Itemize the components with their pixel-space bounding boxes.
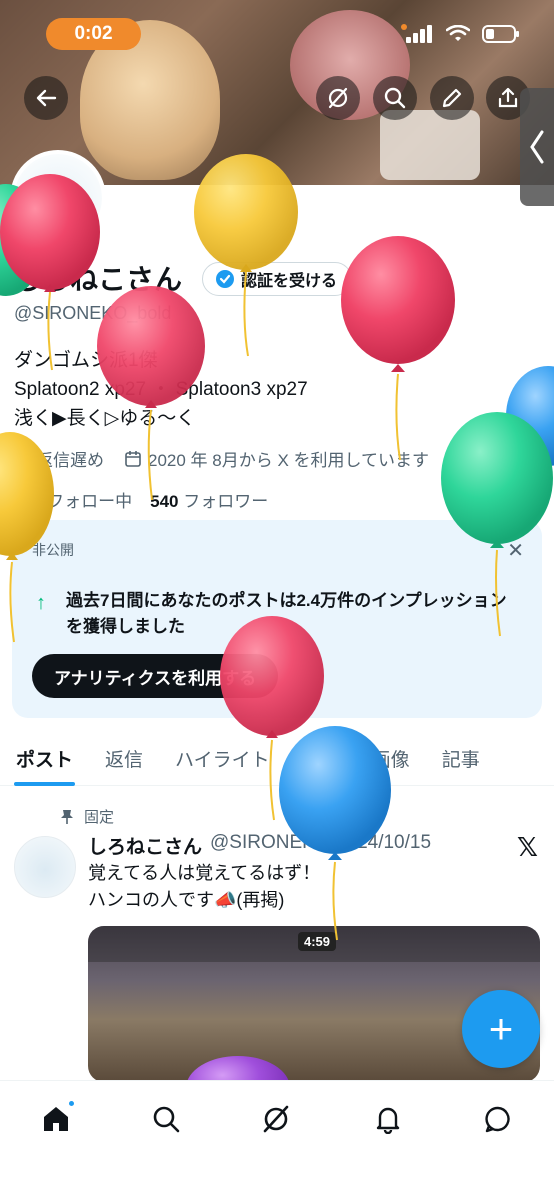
followers-count: 540: [150, 492, 179, 511]
compose-button[interactable]: +: [462, 990, 540, 1068]
battery-icon: [482, 25, 519, 43]
tab-articles[interactable]: 記事: [426, 730, 496, 786]
bell-icon: [376, 1107, 400, 1134]
location-text: 返信遅め: [36, 451, 104, 470]
pinned-indicator: 固定: [60, 806, 114, 827]
post-avatar[interactable]: [14, 836, 76, 898]
signal-icon: [406, 25, 432, 43]
plus-icon: +: [488, 1005, 514, 1052]
avatar-image: [14, 154, 102, 242]
bio-line: ダンゴムシ派1傑: [14, 350, 158, 371]
grok-nav-icon: [263, 1105, 289, 1133]
post-header: しろねこさん @SIRONEK... 2024/10/15: [88, 832, 431, 859]
tab-images[interactable]: 画像: [356, 730, 426, 786]
status-time: 0:02: [46, 18, 141, 50]
post-handle-date: @SIRONEK... 2024/10/15: [210, 832, 432, 853]
arrow-up-icon: ↑: [36, 592, 46, 614]
search-icon: [384, 87, 406, 109]
post-text: 覚えてる人は覚えてるはず！ ハンコの人です📣(再掲): [88, 860, 320, 914]
profile-tabs: ポスト 返信 ハイライト 動画 画像 記事: [0, 730, 554, 786]
close-icon[interactable]: ✕: [507, 538, 524, 563]
user-handle: @SIRONEKO_bold: [14, 303, 172, 323]
bio-line: Splatoon2 xp27 ・ Splatoon3 xp27: [14, 379, 308, 400]
followers-label: フォロワー: [183, 492, 269, 511]
follow-stats: 381 フォロー中 540 フォロワー: [14, 487, 268, 512]
notification-dot: [67, 1099, 76, 1108]
profile-meta: 返信遅め 2020 年 8月から X を利用しています: [14, 446, 429, 471]
post-author[interactable]: しろねこさん: [88, 832, 202, 859]
calendar-icon: [125, 450, 141, 467]
post-line: 覚えてる人は覚えてるはず！: [88, 863, 321, 883]
edit-icon: [442, 88, 462, 108]
nav-home[interactable]: [34, 1097, 78, 1141]
followers-link[interactable]: 540 フォロワー: [150, 487, 268, 512]
tab-replies[interactable]: 返信: [89, 730, 159, 786]
analytics-message: 過去7日間にあなたのポストは2.4万件のインプレッションを獲得しました: [66, 591, 507, 636]
grok-icon: [328, 87, 348, 109]
grok-button[interactable]: [316, 76, 360, 120]
following-count: 381: [14, 492, 43, 511]
profile-joined: 2020 年 8月から X を利用しています: [124, 446, 429, 471]
share-icon: [498, 87, 518, 108]
tab-posts[interactable]: ポスト: [0, 730, 89, 786]
search-nav-icon: [153, 1106, 180, 1133]
banner-table: [380, 110, 480, 180]
nav-search[interactable]: [144, 1097, 188, 1141]
back-arrow-icon: [36, 89, 57, 107]
verified-badge-icon: [216, 270, 234, 288]
profile-location: 返信遅め: [14, 446, 104, 471]
bottom-navigation: [0, 1080, 554, 1199]
avatar-character-icon: [40, 177, 76, 242]
private-label: 非公開: [32, 542, 74, 558]
post-line: ハンコの人です📣(再掲): [88, 890, 285, 910]
x-logo-icon: 𝕏: [517, 832, 538, 862]
following-link[interactable]: 381 フォロー中: [14, 487, 132, 512]
get-verified-label: 認証を受ける: [241, 273, 338, 290]
wifi-icon: [446, 25, 470, 41]
side-panel-handle[interactable]: [520, 88, 554, 206]
chevron-left-icon: [530, 130, 544, 164]
nav-grok[interactable]: [254, 1097, 298, 1141]
tab-highlights[interactable]: ハイライト: [159, 730, 286, 786]
location-pin-icon: [15, 449, 29, 468]
profile-avatar[interactable]: [10, 150, 106, 246]
get-verified-button[interactable]: 認証を受ける: [202, 262, 353, 296]
balloon: [506, 366, 554, 466]
messages-icon: [485, 1106, 510, 1133]
nav-messages[interactable]: [476, 1097, 520, 1141]
nav-notifications[interactable]: [366, 1097, 410, 1141]
status-bar: 0:02: [0, 14, 554, 54]
pinned-label: 固定: [84, 809, 115, 826]
bio-line: 浅く▶長く▷ゆる〜く: [14, 408, 196, 429]
game-timer: 4:59: [298, 932, 337, 951]
back-button[interactable]: [24, 76, 68, 120]
pin-icon: [61, 809, 73, 824]
balloon: [341, 236, 455, 461]
status-icons: [406, 24, 520, 44]
tab-videos[interactable]: 動画: [286, 730, 356, 786]
profile-bio: ダンゴムシ派1傑 Splatoon2 xp27 ・ Splatoon3 xp27…: [14, 346, 308, 433]
analytics-card: 非公開 ✕ ↑ 過去7日間にあなたのポストは2.4万件のインプレッションを獲得し…: [12, 520, 542, 718]
display-name: しろねこさん: [14, 264, 183, 295]
following-label: フォロー中: [47, 492, 133, 511]
edit-button[interactable]: [430, 76, 474, 120]
joined-text: 2020 年 8月から X を利用しています: [148, 451, 429, 470]
search-button[interactable]: [373, 76, 417, 120]
analytics-button[interactable]: アナリティクスを利用する: [32, 654, 279, 698]
home-icon: [44, 1107, 68, 1131]
